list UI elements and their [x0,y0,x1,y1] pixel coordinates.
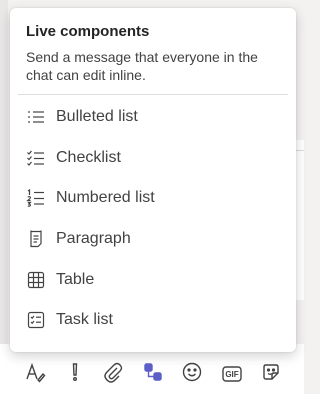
gif-icon: GIF [221,363,243,385]
menu-item-label: Paragraph [56,230,131,248]
priority-icon [64,361,86,388]
menu-item-paragraph[interactable]: Paragraph [10,219,296,260]
attach-icon [102,361,124,388]
gif-label: GIF [225,369,239,379]
numbered-list-icon [25,187,47,209]
menu-item-bulleted-list[interactable]: Bulleted list [10,97,296,138]
popup-title: Live components [26,23,150,40]
components-menu: Bulleted list Checklist Numbered list Pa… [10,95,296,341]
menu-item-label: Bulleted list [56,108,138,126]
gif-button[interactable]: GIF [220,362,244,386]
attach-button[interactable] [101,362,125,386]
sticker-button[interactable] [259,362,283,386]
task-list-icon [25,309,47,331]
sticker-icon [260,361,282,388]
loop-components-icon [142,361,164,388]
menu-item-task-list[interactable]: Task list [10,300,296,341]
popup-description: Send a message that everyone in the chat… [26,49,258,83]
priority-button[interactable] [63,362,87,386]
checklist-icon [25,147,47,169]
live-components-popup: Live components Send a message that ever… [10,8,296,352]
menu-item-label: Task list [56,311,113,329]
menu-item-numbered-list[interactable]: Numbered list [10,178,296,219]
menu-item-label: Numbered list [56,189,155,207]
menu-item-label: Table [56,270,95,288]
popup-header: Live components Send a message that ever… [18,8,288,95]
emoji-icon [181,361,203,388]
emoji-button[interactable] [180,362,204,386]
menu-item-label: Checklist [56,148,121,166]
loop-components-button[interactable] [141,362,165,386]
background-panel [0,0,8,394]
menu-item-table[interactable]: Table [10,259,296,300]
format-button[interactable] [23,362,47,386]
bulleted-list-icon [25,106,47,128]
table-icon [25,269,47,291]
menu-item-checklist[interactable]: Checklist [10,138,296,179]
format-icon [24,361,46,388]
paragraph-icon [25,228,47,250]
compose-toolbar: GIF [0,358,304,390]
